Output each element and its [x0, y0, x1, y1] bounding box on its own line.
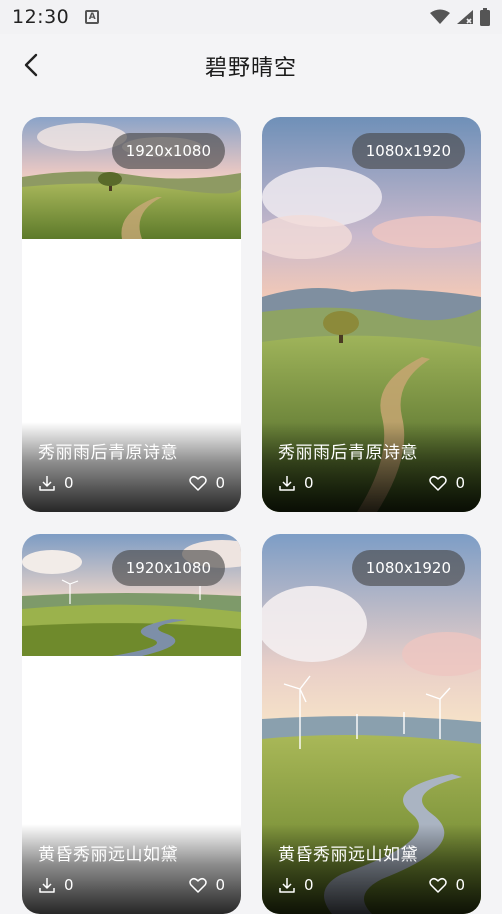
- download-count-value: 0: [64, 474, 74, 492]
- download-count-value: 0: [304, 474, 314, 492]
- battery-icon: [480, 8, 490, 26]
- like-count[interactable]: 0: [429, 876, 465, 894]
- download-count[interactable]: 0: [38, 474, 74, 492]
- wifi-icon: [430, 9, 450, 24]
- app-bar: 碧野晴空: [0, 34, 502, 96]
- like-count-value: 0: [455, 876, 465, 894]
- card-caption-overlay: 秀丽雨后青原诗意 0 0: [22, 422, 241, 512]
- card-title: 秀丽雨后青原诗意: [38, 443, 178, 463]
- app-notification-icon: A: [85, 10, 100, 24]
- like-count-value: 0: [215, 876, 225, 894]
- wallpaper-card[interactable]: 1920x1080 黄昏秀丽远山如黛 0 0: [22, 534, 241, 914]
- page-title: 碧野晴空: [204, 56, 297, 81]
- card-caption-overlay: 秀丽雨后青原诗意 0 0: [262, 422, 481, 512]
- download-count[interactable]: 0: [38, 876, 74, 894]
- resolution-badge: 1080x1920: [351, 550, 465, 586]
- resolution-badge: 1920x1080: [111, 133, 225, 169]
- like-count[interactable]: 0: [189, 876, 225, 894]
- download-icon: [39, 476, 55, 491]
- card-title: 黄昏秀丽远山如黛: [278, 845, 418, 865]
- heart-icon: [189, 877, 208, 893]
- wallpaper-card[interactable]: 1920x1080 秀丽雨后青原诗意 0 0: [22, 117, 241, 512]
- resolution-badge: 1920x1080: [111, 550, 225, 586]
- wallpaper-card[interactable]: 1080x1920 黄昏秀丽远山如黛 0 0: [262, 534, 481, 914]
- status-time: 12:30: [12, 6, 70, 28]
- heart-icon: [429, 877, 448, 893]
- download-count[interactable]: 0: [278, 876, 314, 894]
- download-count-value: 0: [304, 876, 314, 894]
- download-count[interactable]: 0: [278, 474, 314, 492]
- download-count-value: 0: [64, 876, 74, 894]
- download-icon: [39, 878, 55, 893]
- status-icons: [430, 8, 490, 26]
- wallpaper-card[interactable]: 1080x1920 秀丽雨后青原诗意 0 0: [262, 117, 481, 512]
- like-count[interactable]: 0: [429, 474, 465, 492]
- card-title: 秀丽雨后青原诗意: [278, 443, 418, 463]
- resolution-badge: 1080x1920: [351, 133, 465, 169]
- download-icon: [279, 878, 295, 893]
- card-caption-overlay: 黄昏秀丽远山如黛 0 0: [262, 824, 481, 914]
- card-title: 黄昏秀丽远山如黛: [38, 845, 178, 865]
- status-bar: 12:30 A: [0, 0, 502, 34]
- like-count-value: 0: [455, 474, 465, 492]
- signal-icon: [457, 10, 473, 24]
- heart-icon: [429, 475, 448, 491]
- like-count[interactable]: 0: [189, 474, 225, 492]
- like-count-value: 0: [215, 474, 225, 492]
- download-icon: [279, 476, 295, 491]
- heart-icon: [189, 475, 208, 491]
- card-caption-overlay: 黄昏秀丽远山如黛 0 0: [22, 824, 241, 914]
